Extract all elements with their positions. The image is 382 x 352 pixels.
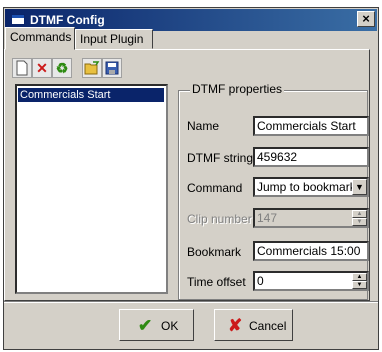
bookmark-field[interactable]: Commercials 15:00 — [253, 241, 369, 261]
window-icon — [11, 14, 25, 25]
time-offset-label: Time offset — [187, 275, 246, 289]
time-offset-value: 0 — [257, 274, 264, 288]
command-select[interactable]: Jump to bookmark ▼ — [253, 177, 369, 197]
spin-down-icon[interactable]: ▼ — [352, 281, 367, 289]
delete-icon[interactable]: ✕ — [32, 58, 52, 78]
check-icon: ✔ — [138, 316, 153, 335]
command-list[interactable]: Commercials Start — [15, 84, 168, 294]
command-select-value: Jump to bookmark — [257, 180, 356, 194]
clip-number-value: 147 — [257, 211, 278, 225]
new-icon[interactable] — [12, 58, 32, 78]
spin-up-icon: ▲ — [352, 210, 367, 218]
properties-group-title: DTMF properties — [190, 82, 285, 96]
dtmf-string-label: DTMF string — [187, 151, 253, 165]
name-field[interactable]: Commercials Start — [253, 116, 369, 136]
ok-button[interactable]: ✔ OK — [119, 309, 194, 341]
dtmf-string-field[interactable]: 459632 — [253, 147, 369, 167]
spin-down-icon: ▼ — [352, 218, 367, 226]
list-item[interactable]: Commercials Start — [18, 88, 164, 102]
clip-spinner: ▲ ▼ — [352, 210, 367, 226]
offset-spinner[interactable]: ▲ ▼ — [352, 273, 367, 289]
refresh-icon[interactable]: ♻ — [52, 58, 72, 78]
clip-number-label: Clip number — [187, 212, 252, 226]
command-label: Command — [187, 181, 243, 195]
chevron-down-icon[interactable]: ▼ — [352, 179, 367, 195]
name-label: Name — [187, 119, 220, 133]
close-button[interactable]: × — [357, 11, 375, 27]
time-offset-stepper[interactable]: 0 ▲ ▼ — [253, 271, 369, 291]
ok-label: OK — [161, 319, 179, 333]
clip-number-stepper: 147 ▲ ▼ — [253, 208, 369, 228]
tab-commands[interactable]: Commands — [5, 27, 75, 50]
bottom-divider — [4, 301, 378, 303]
tab-input-plugin[interactable]: Input Plugin — [75, 29, 153, 49]
open-icon[interactable] — [82, 58, 102, 78]
close-x-icon: ✘ — [228, 316, 243, 335]
bookmark-label: Bookmark — [187, 245, 242, 259]
spin-up-icon[interactable]: ▲ — [352, 273, 367, 281]
cancel-button[interactable]: ✘ Cancel — [214, 309, 293, 341]
save-icon[interactable] — [102, 58, 122, 78]
cancel-label: Cancel — [249, 319, 287, 333]
window-title: DTMF Config — [30, 13, 105, 27]
